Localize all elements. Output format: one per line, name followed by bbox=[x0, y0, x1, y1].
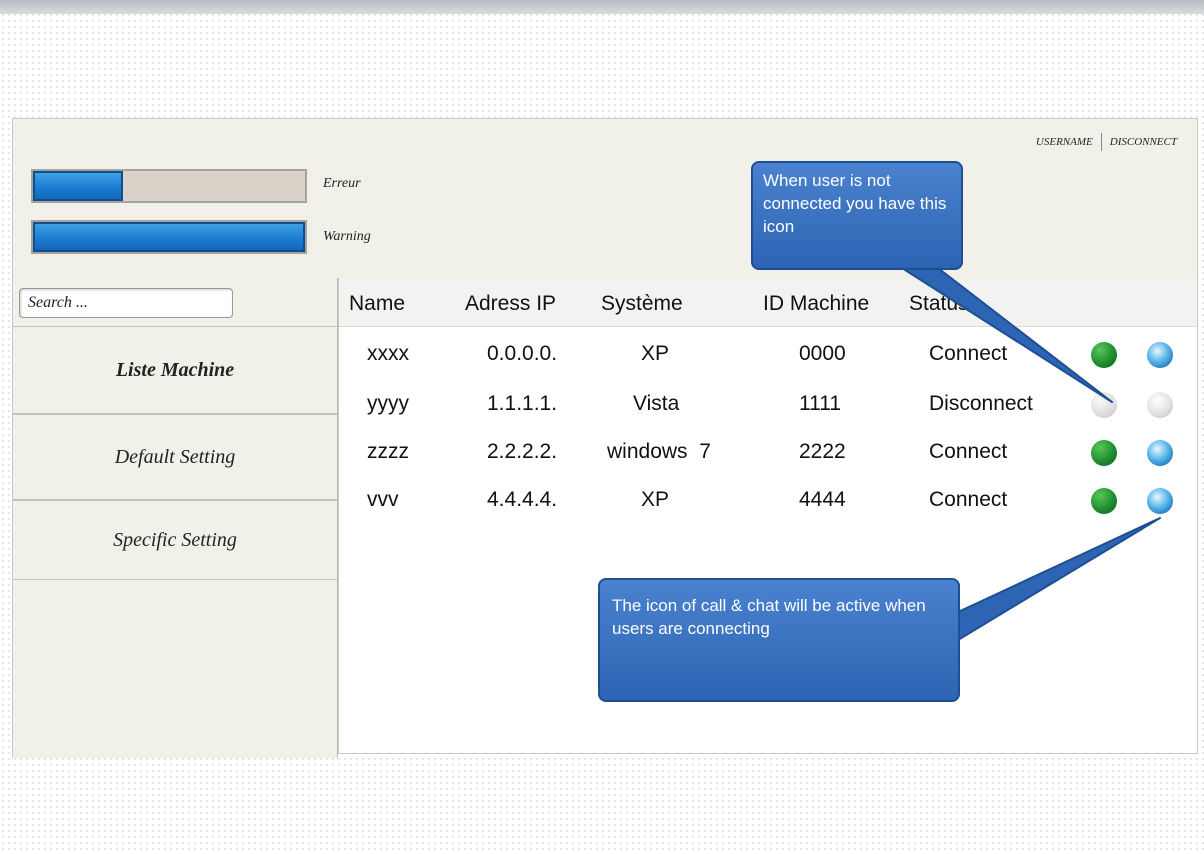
phone-call-icon[interactable] bbox=[1091, 342, 1117, 368]
table-header: Name Adress IP Système ID Machine Status bbox=[339, 278, 1197, 327]
link-separator bbox=[1100, 133, 1102, 151]
column-header-system[interactable]: Système bbox=[601, 292, 683, 316]
cell-name: xxxx bbox=[367, 342, 409, 365]
cell-system: Vista bbox=[633, 392, 680, 415]
callout-not-connected: When user is not connected you have this… bbox=[751, 161, 963, 270]
chat-globe-icon[interactable] bbox=[1147, 440, 1173, 466]
disconnect-link[interactable]: DISCONNECT bbox=[1110, 136, 1177, 148]
column-header-name[interactable]: Name bbox=[349, 292, 405, 316]
cell-name: vvv bbox=[367, 488, 399, 511]
table-row[interactable]: zzzz 2.2.2.2. windows 7 2222 Connect bbox=[339, 430, 1197, 478]
top-border-bar bbox=[0, 0, 1204, 14]
cell-ip: 1.1.1.1. bbox=[487, 392, 558, 415]
cell-ip: 4.4.4.4. bbox=[487, 488, 558, 511]
search-input[interactable]: Search ... bbox=[19, 288, 233, 318]
cell-id: 1111 bbox=[799, 392, 842, 415]
column-header-status[interactable]: Status bbox=[909, 292, 969, 316]
cell-status: Connect bbox=[929, 488, 1008, 511]
cell-status: Connect bbox=[929, 342, 1008, 365]
phone-call-icon-disabled bbox=[1091, 392, 1117, 418]
sidebar-item-specific-setting[interactable]: Specific Setting bbox=[13, 500, 337, 580]
table-row[interactable]: xxxx 0.0.0.0. XP 0000 Connect bbox=[339, 332, 1197, 380]
chat-globe-icon[interactable] bbox=[1147, 488, 1173, 514]
error-label: Erreur bbox=[323, 176, 361, 191]
sidebar-item-liste-machine[interactable]: Liste Machine bbox=[13, 326, 337, 414]
cell-ip: 0.0.0.0. bbox=[487, 342, 558, 365]
sidebar: Search ... Liste Machine Default Setting… bbox=[12, 278, 338, 758]
cell-system: windows 7 bbox=[607, 440, 711, 463]
cell-id: 4444 bbox=[799, 488, 846, 511]
header-panel: USERNAME DISCONNECT Erreur Warning bbox=[12, 118, 1198, 278]
cell-status: Connect bbox=[929, 440, 1008, 463]
cell-system: XP bbox=[641, 342, 670, 365]
error-progress-bar bbox=[31, 169, 307, 203]
cell-name: yyyy bbox=[367, 392, 409, 415]
cell-id: 0000 bbox=[799, 342, 846, 365]
chat-globe-icon-disabled bbox=[1147, 392, 1173, 418]
table-row[interactable]: yyyy 1.1.1.1. Vista 1111 Disconnect bbox=[339, 382, 1197, 430]
cell-status: Disconnect bbox=[929, 392, 1033, 415]
cell-system: XP bbox=[641, 488, 670, 511]
error-progress-fill bbox=[33, 171, 123, 201]
warning-label: Warning bbox=[323, 229, 371, 244]
cell-ip: 2.2.2.2. bbox=[487, 440, 558, 463]
chat-globe-icon[interactable] bbox=[1147, 342, 1173, 368]
phone-call-icon[interactable] bbox=[1091, 488, 1117, 514]
warning-progress-fill bbox=[33, 222, 305, 252]
table-row[interactable]: vvv 4.4.4.4. XP 4444 Connect bbox=[339, 478, 1197, 526]
callout-icons-active: The icon of call & chat will be active w… bbox=[598, 578, 960, 702]
user-links: USERNAME DISCONNECT bbox=[1036, 133, 1177, 151]
phone-call-icon[interactable] bbox=[1091, 440, 1117, 466]
sidebar-item-default-setting[interactable]: Default Setting bbox=[13, 414, 337, 500]
column-header-ip[interactable]: Adress IP bbox=[465, 292, 556, 316]
cell-id: 2222 bbox=[799, 440, 846, 463]
column-header-id[interactable]: ID Machine bbox=[763, 292, 869, 316]
cell-name: zzzz bbox=[367, 440, 409, 463]
warning-progress-bar bbox=[31, 220, 307, 254]
username-link[interactable]: USERNAME bbox=[1036, 136, 1093, 148]
